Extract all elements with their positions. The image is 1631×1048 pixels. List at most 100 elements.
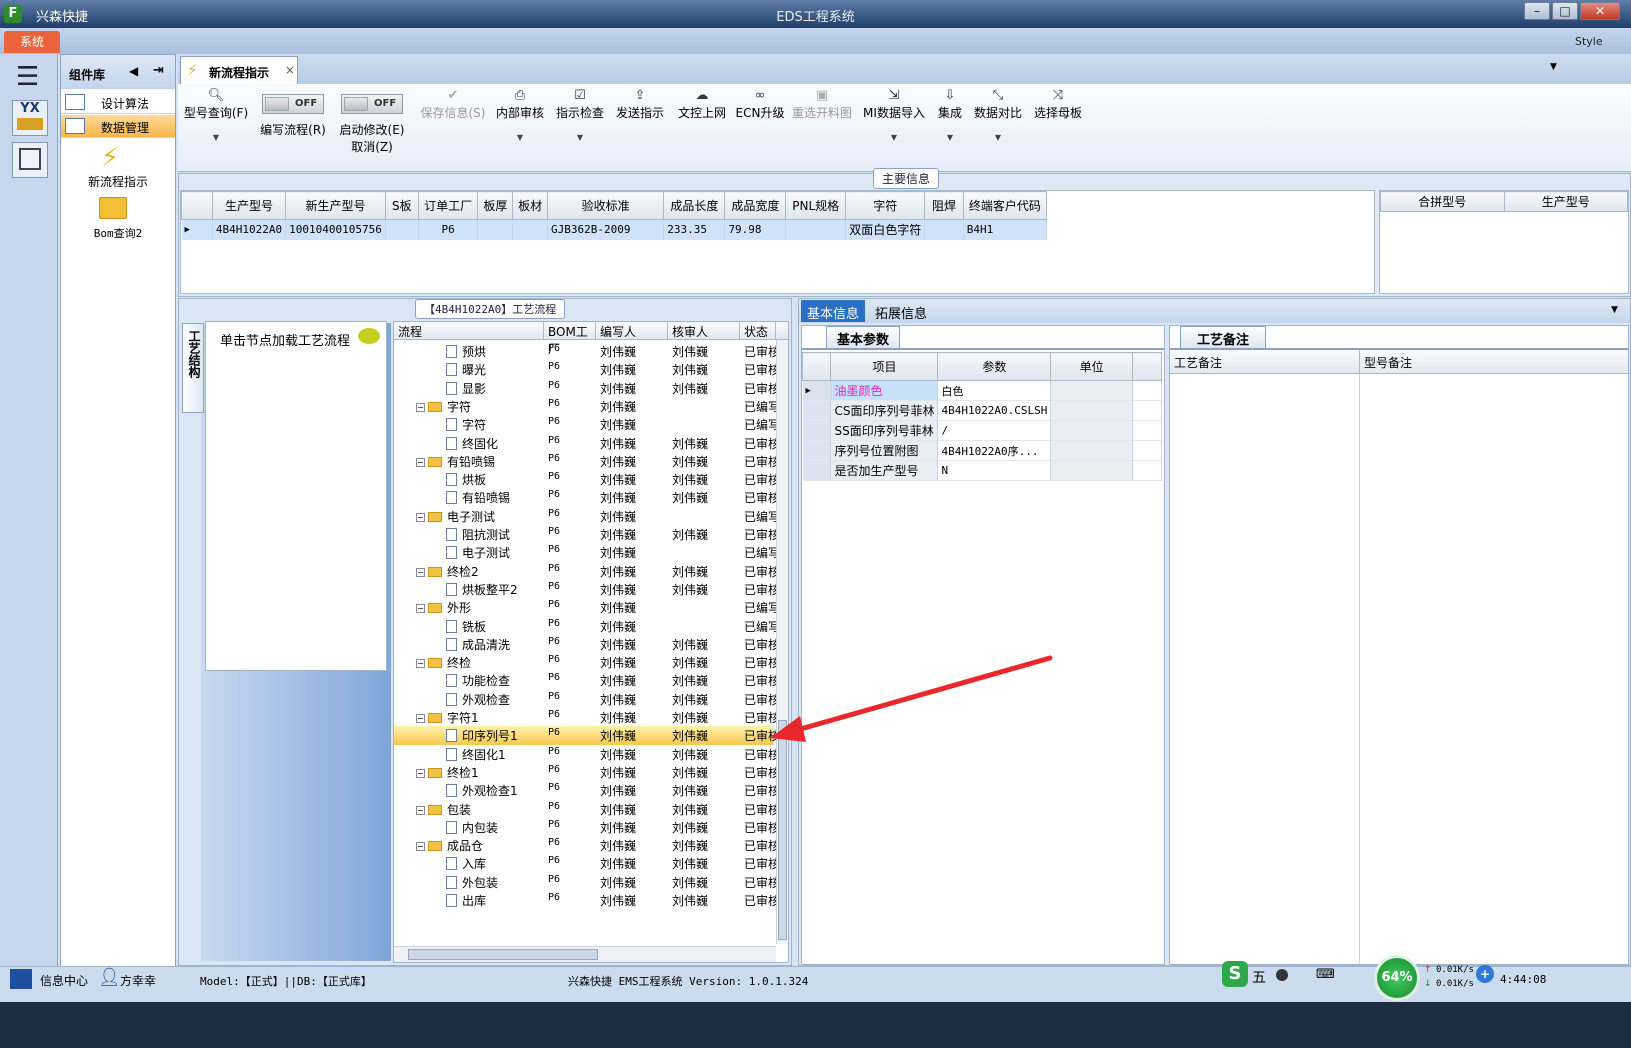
tree-row[interactable]: 电子测试 P6 刘伟巍 已编写 — [394, 543, 776, 561]
tree-node[interactable]: − 电子测试 — [416, 508, 495, 525]
tree-node[interactable]: 内包装 — [446, 819, 498, 836]
hamburger-icon[interactable]: ☰ — [16, 62, 39, 92]
collapse-toggle-icon[interactable]: − — [416, 842, 425, 852]
param-value[interactable]: / — [937, 420, 1052, 441]
col-header[interactable]: 合拼型号 — [1380, 191, 1505, 212]
vertical-scrollbar[interactable] — [776, 340, 788, 944]
chevron-down-icon[interactable]: ▼ — [1550, 62, 1557, 72]
cell[interactable]: 10010400105756 — [285, 219, 386, 240]
tree-node[interactable]: 印序列号1 — [446, 727, 518, 744]
tree-row[interactable]: 入库 P6 刘伟巍 刘伟巍 已审核 — [394, 854, 776, 872]
collapse-toggle-icon[interactable]: − — [416, 805, 425, 815]
collapse-toggle-icon[interactable]: − — [416, 768, 425, 778]
col-header[interactable]: 终端客户代码 — [962, 191, 1048, 220]
col-header[interactable]: 单位 — [1050, 352, 1133, 381]
col-header[interactable]: 板材 — [512, 191, 548, 220]
scroll-thumb[interactable] — [778, 720, 787, 940]
tile-new-process[interactable]: 新流程指示 — [61, 173, 175, 190]
tree-row[interactable]: − 终检 P6 刘伟巍 刘伟巍 已审核 — [394, 653, 776, 671]
tree-row[interactable]: 显影 P6 刘伟巍 刘伟巍 已审核 — [394, 379, 776, 397]
col-header[interactable]: 成品宽度 — [724, 191, 787, 220]
tab-close-icon[interactable]: × — [285, 63, 295, 77]
tree-node[interactable]: 预烘 — [446, 343, 486, 360]
col-header[interactable]: 编写人 — [596, 322, 668, 340]
params-row[interactable]: 是否加生产型号 N — [802, 460, 1163, 481]
tree-row[interactable]: − 成品仓 P6 刘伟巍 刘伟巍 已审核 — [394, 836, 776, 854]
col-header[interactable]: 流程 — [394, 322, 544, 340]
tree-node[interactable]: 出库 — [446, 892, 486, 909]
param-unit[interactable] — [1050, 420, 1133, 441]
col-header[interactable]: 板厚 — [477, 191, 514, 220]
process-structure-vtab[interactable]: 工艺结构 — [182, 323, 204, 413]
col-header[interactable]: S板 — [384, 191, 419, 220]
collapse-toggle-icon[interactable]: − — [416, 402, 425, 412]
ime-mode[interactable]: 五 — [1252, 967, 1266, 987]
cell[interactable]: B4H1 — [963, 219, 1048, 240]
tree-node[interactable]: 终固化 — [446, 435, 498, 452]
send-instruction-button[interactable]: ⇪ 发送指示 — [614, 88, 666, 121]
tree-row[interactable]: 功能检查 P6 刘伟巍 刘伟巍 已审核 — [394, 671, 776, 689]
tree-row[interactable]: 铣板 P6 刘伟巍 已编写 — [394, 617, 776, 635]
tree-row[interactable]: 曝光 P6 刘伟巍 刘伟巍 已审核 — [394, 360, 776, 378]
col-header[interactable]: PNL规格 — [785, 191, 847, 220]
moon-icon[interactable] — [1276, 969, 1288, 981]
data-compare-button[interactable]: ⤡ 数据对比 ▼ — [972, 88, 1024, 142]
calculator-app-icon[interactable] — [12, 142, 48, 178]
process-notes-textarea[interactable] — [1170, 374, 1360, 964]
col-header[interactable]: 状态 — [740, 322, 776, 340]
tree-row[interactable]: 字符 P6 刘伟巍 已编写 — [394, 415, 776, 433]
cell[interactable] — [512, 219, 548, 240]
tree-row[interactable]: − 终检1 P6 刘伟巍 刘伟巍 已审核 — [394, 763, 776, 781]
tab-basic-params[interactable]: 基本参数 — [826, 326, 900, 348]
col-header[interactable]: 新生产型号 — [285, 191, 386, 220]
tree-row[interactable]: 终固化 P6 刘伟巍 刘伟巍 已审核 — [394, 434, 776, 452]
plus-icon[interactable]: + — [1476, 965, 1494, 983]
toggle-switch[interactable]: OFF — [262, 94, 324, 114]
ime-s-icon[interactable]: S — [1222, 961, 1248, 987]
save-info-button[interactable]: ✔ 保存信息(S) — [418, 88, 488, 121]
tree-node[interactable]: − 终检2 — [416, 563, 479, 580]
cell[interactable]: 233.35 — [663, 219, 726, 240]
tree-row[interactable]: 烘板 P6 刘伟巍 刘伟巍 已审核 — [394, 470, 776, 488]
tree-node[interactable]: 外观检查1 — [446, 782, 518, 799]
tree-row[interactable]: 烘板整平2 P6 刘伟巍 刘伟巍 已审核 — [394, 580, 776, 598]
minimize-button[interactable]: – — [1524, 2, 1550, 20]
tree-node[interactable]: 显影 — [446, 380, 486, 397]
cell[interactable] — [385, 219, 419, 240]
grid-icon[interactable] — [10, 969, 32, 989]
tree-node[interactable]: 铣板 — [446, 618, 486, 635]
cell[interactable] — [924, 219, 964, 240]
col-header[interactable]: 型号备注 — [1360, 350, 1628, 374]
param-unit[interactable] — [1050, 440, 1133, 461]
tree-node[interactable]: 电子测试 — [446, 544, 510, 561]
model-notes-textarea[interactable] — [1360, 374, 1628, 964]
ecn-upgrade-button[interactable]: ∞ ECN升级 — [734, 88, 786, 121]
mi-data-import-button[interactable]: ⇲ MI数据导入 ▼ — [862, 88, 926, 142]
cell[interactable]: 双面白色字符 — [845, 219, 926, 240]
col-header[interactable]: 字符 — [845, 191, 926, 220]
tree-node[interactable]: 烘板 — [446, 471, 486, 488]
tree-node[interactable]: 外包装 — [446, 874, 498, 891]
memory-gauge[interactable]: 64% — [1374, 955, 1420, 1001]
tab-process-notes[interactable]: 工艺备注 — [1180, 326, 1266, 348]
tree-node[interactable]: 外观检查 — [446, 691, 510, 708]
collapse-toggle-icon[interactable]: − — [416, 567, 425, 577]
tree-node[interactable]: 功能检查 — [446, 672, 510, 689]
collapse-toggle-icon[interactable]: − — [416, 714, 425, 723]
tree-row[interactable]: − 外形 P6 刘伟巍 已编写 — [394, 598, 776, 616]
tree-node[interactable]: 烘板整平2 — [446, 581, 518, 598]
tab-basic-info[interactable]: 基本信息 — [801, 300, 866, 322]
cell[interactable]: 4B4H1022A0 — [212, 219, 287, 240]
col-header[interactable]: 验收标准 — [546, 191, 665, 220]
cell[interactable] — [477, 219, 514, 240]
col-header[interactable]: 阻焊 — [924, 191, 964, 220]
tree-node[interactable]: − 字符1 — [416, 709, 479, 726]
params-row[interactable]: 序列号位置附图 4B4H1022A0序... — [802, 440, 1163, 461]
tree-node[interactable]: 入库 — [446, 855, 486, 872]
col-header[interactable]: 订单工厂 — [417, 191, 479, 220]
params-row[interactable]: CS面印序列号菲林 4B4H1022A0.CSLSH — [802, 400, 1163, 421]
system-menu[interactable]: 系统 — [4, 31, 60, 53]
tree-node[interactable]: − 终检1 — [416, 764, 479, 781]
tree-row[interactable]: 阻抗测试 P6 刘伟巍 刘伟巍 已审核 — [394, 525, 776, 543]
tab-extended-info[interactable]: 拓展信息 — [869, 300, 933, 322]
